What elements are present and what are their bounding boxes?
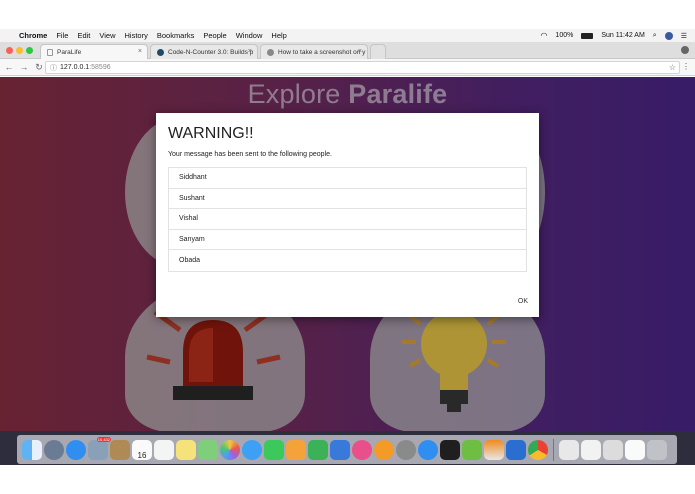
close-window-button[interactable] [6, 47, 13, 54]
list-item[interactable]: Obada [169, 250, 526, 271]
screen: Chrome File Edit View History Bookmarks … [0, 0, 695, 494]
notes-icon[interactable] [176, 439, 196, 460]
list-item[interactable]: Sanyam [169, 230, 526, 251]
menu-people[interactable]: People [203, 31, 226, 40]
tab-screenshot-howto[interactable]: How to take a screenshot on y × [260, 44, 368, 59]
contacts-icon[interactable] [110, 439, 130, 460]
list-item[interactable]: Siddhant [169, 168, 526, 189]
new-tab-button[interactable] [370, 44, 386, 59]
recipients-list: Siddhant Sushant Vishal Sanyam Obada [168, 167, 527, 272]
close-tab-icon[interactable]: × [248, 48, 252, 55]
address-bar[interactable]: ⓘ 127.0.0.1:58596 ☆ [45, 61, 680, 74]
tab-label: How to take a screenshot on y [278, 48, 366, 56]
warning-dialog: WARNING!! Your message has been sent to … [156, 113, 539, 317]
chrome-menu-icon[interactable]: ⋮ [682, 62, 690, 71]
dock: 10,432 16 [17, 435, 677, 464]
documents-stack-icon[interactable] [581, 439, 601, 460]
info-icon[interactable]: ⓘ [50, 63, 57, 73]
menu-file[interactable]: File [56, 31, 68, 40]
launchpad-icon[interactable] [44, 439, 64, 460]
menu-window[interactable]: Window [236, 31, 263, 40]
menu-view[interactable]: View [99, 31, 115, 40]
tab-label: Code-N-Counter 3.0: Builds p [168, 48, 254, 56]
ok-button[interactable]: OK [518, 296, 528, 307]
tab-code-n-counter[interactable]: Code-N-Counter 3.0: Builds p × [150, 44, 258, 59]
clock[interactable]: Sun 11:42 AM [601, 32, 644, 39]
tab-label: ParaLife [57, 48, 82, 56]
tab-paralife[interactable]: ParaLife × [40, 44, 148, 59]
ibooks-icon[interactable] [374, 439, 394, 460]
mail-badge: 10,432 [96, 436, 111, 442]
facetime-icon[interactable] [264, 439, 284, 460]
profile-icon[interactable] [681, 46, 689, 54]
tab-strip: ParaLife × Code-N-Counter 3.0: Builds p … [0, 42, 695, 59]
battery-percent: 100% [555, 32, 574, 39]
vlc-icon[interactable] [484, 439, 504, 460]
upwork-icon[interactable] [462, 439, 482, 460]
browser-toolbar: ← → ↻ ⓘ 127.0.0.1:58596 ☆ ⋮ [0, 59, 695, 76]
spotlight-icon[interactable]: ⌕ [653, 32, 657, 40]
url-port: :58596 [89, 64, 111, 71]
devpost-icon [157, 48, 164, 56]
xcode-icon[interactable] [506, 439, 526, 460]
calendar-icon[interactable]: 16 [132, 439, 152, 460]
wifi-icon[interactable]: ◠ [540, 31, 547, 40]
menu-help[interactable]: Help [271, 31, 286, 40]
numbers-icon[interactable] [308, 439, 328, 460]
apple-favicon [267, 48, 274, 56]
dialog-title: WARNING!! [168, 125, 254, 142]
menu-history[interactable]: History [125, 31, 148, 40]
app-store-icon[interactable] [418, 439, 438, 460]
list-item[interactable]: Vishal [169, 209, 526, 230]
zoom-window-button[interactable] [26, 47, 33, 54]
page-icon [47, 48, 53, 56]
calendar-day: 16 [137, 450, 147, 460]
reminders-icon[interactable] [154, 439, 174, 460]
app-menu[interactable]: Chrome [19, 31, 47, 40]
minimize-window-button[interactable] [16, 47, 23, 54]
list-item[interactable]: Sushant [169, 189, 526, 210]
trash-icon[interactable] [647, 439, 667, 460]
bookmark-star-icon[interactable]: ☆ [669, 63, 676, 72]
screenshot-stack-icon[interactable] [603, 439, 623, 460]
dock-separator [553, 438, 554, 461]
menu-bar: Chrome File Edit View History Bookmarks … [0, 29, 695, 42]
close-tab-icon[interactable]: × [358, 48, 362, 55]
keynote-icon[interactable] [330, 439, 350, 460]
system-preferences-icon[interactable] [396, 439, 416, 460]
close-tab-icon[interactable]: × [138, 48, 142, 55]
itunes-icon[interactable] [352, 439, 372, 460]
menu-edit[interactable]: Edit [77, 31, 90, 40]
photos-icon[interactable] [220, 439, 240, 460]
dialog-message: Your message has been sent to the follow… [168, 151, 332, 158]
notification-center-icon[interactable]: ☰ [681, 32, 687, 40]
back-icon[interactable]: ← [3, 62, 15, 72]
finder-icon[interactable] [22, 439, 42, 460]
reload-icon[interactable]: ↻ [33, 62, 45, 73]
downloads-stack-icon[interactable] [559, 439, 579, 460]
mail-icon[interactable]: 10,432 [88, 436, 111, 460]
messages-icon[interactable] [242, 439, 262, 460]
chrome-icon[interactable] [528, 439, 548, 460]
forward-icon[interactable]: → [18, 62, 30, 72]
bottom-margin [0, 465, 695, 494]
user-icon[interactable] [664, 31, 673, 40]
maps-icon[interactable] [198, 439, 218, 460]
terminal-icon[interactable] [440, 439, 460, 460]
pages-icon[interactable] [286, 439, 306, 460]
menu-bookmarks[interactable]: Bookmarks [157, 31, 195, 40]
file-stack-icon[interactable] [625, 439, 645, 460]
safari-icon[interactable] [66, 439, 86, 460]
url-host: 127.0.0.1 [60, 64, 90, 71]
battery-icon[interactable] [581, 32, 594, 39]
